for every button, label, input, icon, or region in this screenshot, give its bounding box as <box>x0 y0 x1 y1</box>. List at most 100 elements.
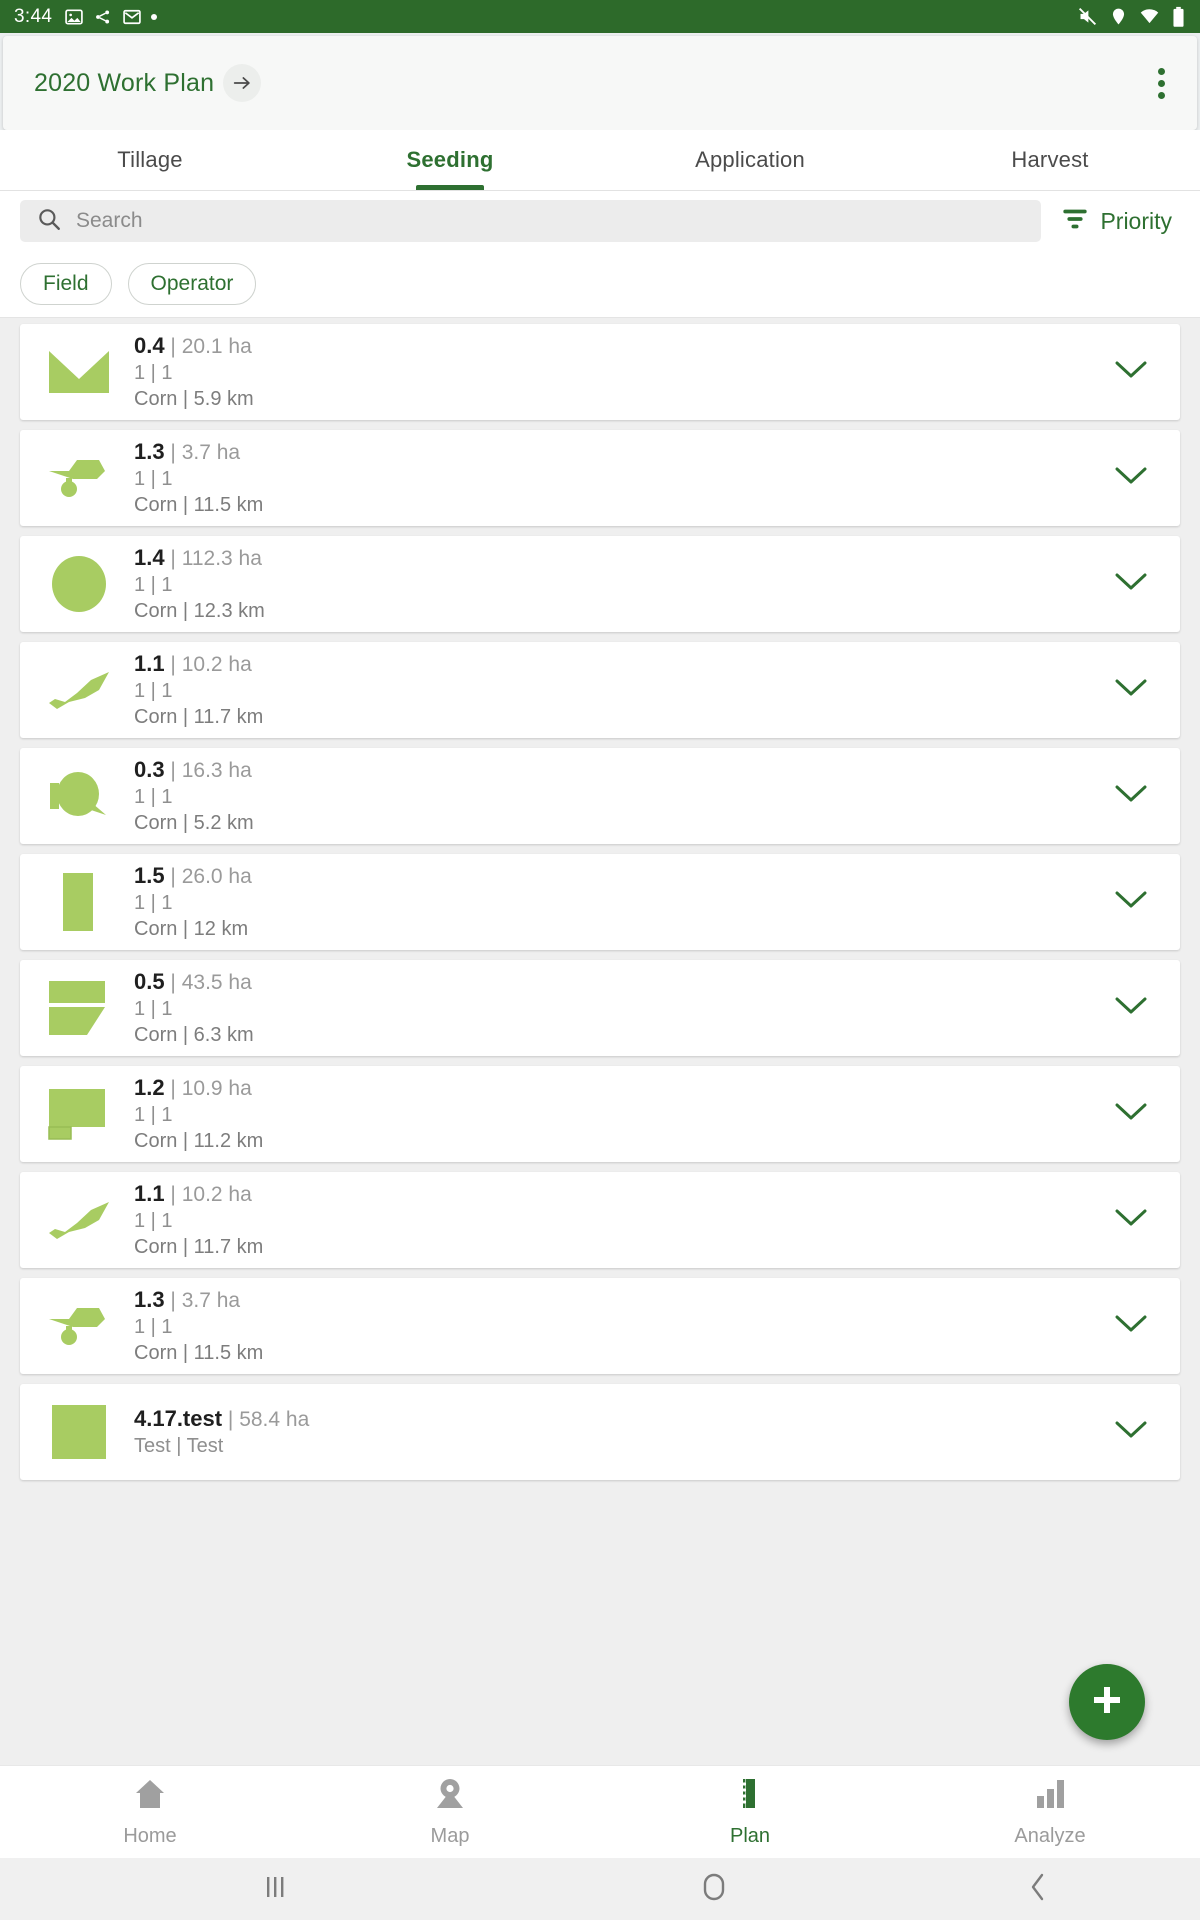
gmail-icon <box>122 7 142 27</box>
table-row[interactable]: 0.4 | 20.1 ha 1 | 1 Corn | 5.9 km <box>20 324 1180 420</box>
tab-application[interactable]: Application <box>600 130 900 190</box>
tab-bar: Tillage Seeding Application Harvest <box>0 130 1200 191</box>
table-row[interactable]: 1.3 | 3.7 ha 1 | 1 Corn | 11.5 km <box>20 1278 1180 1374</box>
table-row[interactable]: 1.4 | 112.3 ha 1 | 1 Corn | 12.3 km <box>20 536 1180 632</box>
field-shape-lshape-icon <box>46 1081 112 1147</box>
row-area: 20.1 ha <box>181 334 252 358</box>
row-counts: 1 | 1 <box>134 573 173 596</box>
field-shape-chevron-icon <box>46 339 112 405</box>
search-placeholder: Search <box>76 209 143 232</box>
filter-sort-icon <box>1061 206 1089 237</box>
search-input[interactable]: Search <box>20 200 1042 242</box>
table-row[interactable]: 1.3 | 3.7 ha 1 | 1 Corn | 11.5 km <box>20 430 1180 526</box>
tab-label: Seeding <box>406 147 494 172</box>
home-button[interactable] <box>552 1871 876 1908</box>
nav-item-plan[interactable]: Plan <box>600 1776 900 1848</box>
row-counts: 1 | 1 <box>134 1209 173 1232</box>
bottom-navigation: Home Map Plan Analyze <box>0 1765 1200 1858</box>
nav-label: Analyze <box>1014 1825 1086 1847</box>
chevron-down-icon[interactable] <box>1100 772 1162 821</box>
row-name: 1.3 <box>134 1286 165 1312</box>
row-name: 0.4 <box>134 332 165 358</box>
table-row[interactable]: 1.2 | 10.9 ha 1 | 1 Corn | 11.2 km <box>20 1066 1180 1162</box>
row-counts: 1 | 1 <box>134 785 173 808</box>
priority-label: Priority <box>1100 207 1172 234</box>
status-bar-left: 3:44 <box>14 5 158 28</box>
chevron-down-icon[interactable] <box>1100 1408 1162 1457</box>
chevron-down-icon[interactable] <box>1100 1196 1162 1245</box>
arrow-right-icon[interactable] <box>223 64 262 102</box>
home-icon <box>132 1776 168 1817</box>
nav-item-home[interactable]: Home <box>0 1776 300 1848</box>
chip-label: Operator <box>150 272 234 295</box>
field-shape-hammer-icon <box>46 445 112 511</box>
row-name: 1.1 <box>134 1180 165 1206</box>
chevron-down-icon[interactable] <box>1100 666 1162 715</box>
field-shape-wedge-icon <box>46 1187 112 1253</box>
more-vertical-icon[interactable] <box>1148 58 1175 109</box>
row-line-1: 1.5 | 26.0 ha <box>134 862 252 888</box>
row-info: 1.4 | 112.3 ha 1 | 1 Corn | 12.3 km <box>134 545 265 624</box>
nav-item-map[interactable]: Map <box>300 1776 600 1848</box>
row-crop-distance: Corn | 12.3 km <box>134 600 265 623</box>
chip-field[interactable]: Field <box>20 263 112 305</box>
app-bar-container: 2020 Work Plan <box>0 33 1200 130</box>
tab-seeding[interactable]: Seeding <box>300 130 600 190</box>
row-counts: 1 | 1 <box>134 679 173 702</box>
chevron-down-icon[interactable] <box>1100 984 1162 1033</box>
row-info: 1.1 | 10.2 ha 1 | 1 Corn | 11.7 km <box>134 651 263 730</box>
table-row[interactable]: 1.5 | 26.0 ha 1 | 1 Corn | 12 km <box>20 854 1180 950</box>
status-bar-right <box>1077 6 1186 28</box>
bar-chart-icon <box>1032 1776 1068 1817</box>
row-area: 3.7 ha <box>181 1288 241 1312</box>
row-area: 3.7 ha <box>181 440 241 464</box>
app-bar: 2020 Work Plan <box>3 36 1197 130</box>
tab-harvest[interactable]: Harvest <box>900 130 1200 190</box>
row-counts: 1 | 1 <box>134 891 173 914</box>
recents-button[interactable] <box>0 1872 552 1907</box>
tab-tillage[interactable]: Tillage <box>0 130 300 190</box>
mute-icon <box>1077 6 1098 27</box>
table-row[interactable]: 4.17.test | 58.4 ha Test | Test <box>20 1384 1180 1480</box>
priority-sort-button[interactable]: Priority <box>1055 206 1182 237</box>
chevron-down-icon[interactable] <box>1100 560 1162 609</box>
table-row[interactable]: 0.5 | 43.5 ha 1 | 1 Corn | 6.3 km <box>20 960 1180 1056</box>
nav-item-analyze[interactable]: Analyze <box>900 1776 1200 1848</box>
row-info: 0.3 | 16.3 ha 1 | 1 Corn | 5.2 km <box>134 757 254 836</box>
row-name: 1.1 <box>134 650 165 676</box>
back-button[interactable] <box>876 1871 1200 1908</box>
row-name: 1.3 <box>134 438 165 464</box>
location-icon <box>1109 7 1128 26</box>
row-counts: 1 | 1 <box>134 1103 173 1126</box>
row-name: 1.2 <box>134 1074 165 1100</box>
row-info: 1.3 | 3.7 ha 1 | 1 Corn | 11.5 km <box>134 1287 263 1366</box>
row-crop-distance: Corn | 12 km <box>134 918 249 941</box>
row-crop-distance: Corn | 11.5 km <box>134 1342 264 1365</box>
nav-label: Map <box>430 1825 470 1847</box>
field-shape-square-icon <box>46 1399 112 1465</box>
row-area: 16.3 ha <box>181 758 252 782</box>
table-row[interactable]: 0.3 | 16.3 ha 1 | 1 Corn | 5.2 km <box>20 748 1180 844</box>
chevron-down-icon[interactable] <box>1100 1302 1162 1351</box>
row-counts: 1 | 1 <box>134 997 173 1020</box>
chevron-down-icon[interactable] <box>1100 878 1162 927</box>
chevron-down-icon[interactable] <box>1100 1090 1162 1139</box>
row-line-1: 0.5 | 43.5 ha <box>134 968 252 994</box>
status-bar-clock: 3:44 <box>14 5 53 27</box>
row-name: 0.5 <box>134 968 165 994</box>
field-shape-circle-icon <box>46 551 112 617</box>
home-circle-icon <box>699 1871 729 1908</box>
work-plan-list[interactable]: 0.4 | 20.1 ha 1 | 1 Corn | 5.9 km 1.3 | … <box>0 318 1200 1765</box>
row-crop-distance: Corn | 11.7 km <box>134 1236 264 1259</box>
battery-icon <box>1171 6 1186 28</box>
row-line-1: 1.2 | 10.9 ha <box>134 1074 252 1100</box>
chevron-down-icon[interactable] <box>1100 454 1162 503</box>
row-crop-distance: Corn | 5.2 km <box>134 812 254 835</box>
row-area: 10.2 ha <box>181 1182 252 1206</box>
table-row[interactable]: 1.1 | 10.2 ha 1 | 1 Corn | 11.7 km <box>20 1172 1180 1268</box>
chevron-down-icon[interactable] <box>1100 348 1162 397</box>
row-area: 26.0 ha <box>181 864 252 888</box>
table-row[interactable]: 1.1 | 10.2 ha 1 | 1 Corn | 11.7 km <box>20 642 1180 738</box>
add-button[interactable] <box>1069 1664 1145 1740</box>
chip-operator[interactable]: Operator <box>127 263 257 305</box>
